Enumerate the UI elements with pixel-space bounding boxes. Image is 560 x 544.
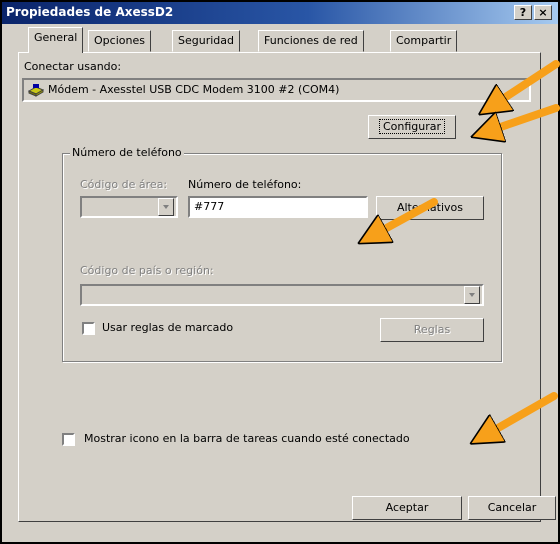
annotation-arrows xyxy=(0,60,560,544)
arrow-to-phone-number xyxy=(372,198,438,236)
arrow-to-device xyxy=(492,60,560,106)
arrow-to-configure xyxy=(486,104,560,132)
arrow-to-show-icon xyxy=(484,392,558,436)
tab-general[interactable]: General xyxy=(28,27,84,53)
